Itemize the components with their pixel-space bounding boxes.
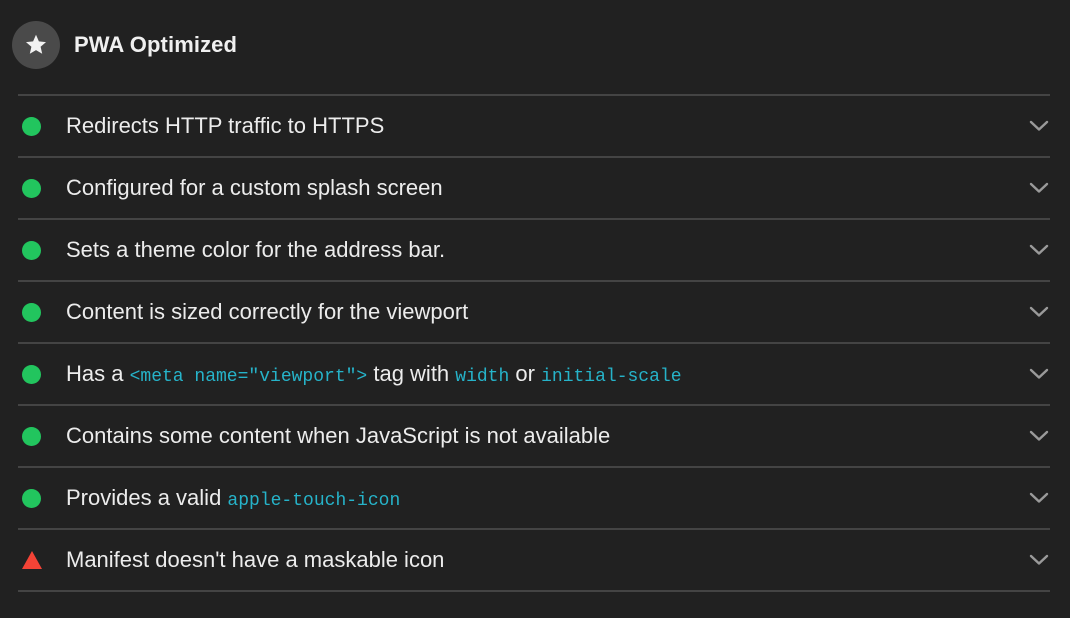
chevron-down-icon[interactable] xyxy=(1028,305,1050,319)
audit-row[interactable]: Has a <meta name="viewport"> tag with wi… xyxy=(18,344,1050,406)
code-snippet: width xyxy=(455,367,510,387)
audit-row[interactable]: Contains some content when JavaScript is… xyxy=(18,406,1050,468)
pass-icon xyxy=(22,302,41,322)
pwa-optimized-section: PWA Optimized Redirects HTTP traffic to … xyxy=(0,0,1070,618)
chevron-down-icon[interactable] xyxy=(1028,367,1050,381)
status-indicator xyxy=(18,426,66,446)
code-snippet: <meta name="viewport"> xyxy=(129,367,368,387)
audit-row[interactable]: Manifest doesn't have a maskable icon xyxy=(18,530,1050,592)
audit-title: Contains some content when JavaScript is… xyxy=(66,423,611,448)
warning-triangle-icon xyxy=(22,551,42,569)
status-indicator xyxy=(18,178,66,198)
audit-title: Content is sized correctly for the viewp… xyxy=(66,299,469,324)
audit-row[interactable]: Sets a theme color for the address bar. xyxy=(18,220,1050,282)
status-indicator xyxy=(18,240,66,260)
pass-icon xyxy=(22,488,41,508)
pass-icon xyxy=(22,240,41,260)
audit-row[interactable]: Provides a valid apple-touch-icon xyxy=(18,468,1050,530)
pass-icon xyxy=(22,178,41,198)
section-title: PWA Optimized xyxy=(74,32,238,57)
audit-title: Has a <meta name="viewport"> tag with wi… xyxy=(66,361,682,387)
status-indicator xyxy=(18,364,66,384)
chevron-down-icon[interactable] xyxy=(1028,491,1050,505)
code-snippet: initial-scale xyxy=(541,367,682,387)
audit-title: Redirects HTTP traffic to HTTPS xyxy=(66,113,385,138)
star-icon xyxy=(26,34,46,54)
chevron-down-icon[interactable] xyxy=(1028,181,1050,195)
status-indicator xyxy=(18,302,66,322)
code-snippet: apple-touch-icon xyxy=(227,491,401,511)
status-indicator xyxy=(18,116,66,136)
chevron-down-icon[interactable] xyxy=(1028,553,1050,567)
audit-title: Manifest doesn't have a maskable icon xyxy=(66,547,445,572)
chevron-down-icon[interactable] xyxy=(1028,119,1050,133)
audit-title: Provides a valid apple-touch-icon xyxy=(66,485,401,511)
audit-title: Configured for a custom splash screen xyxy=(66,175,443,200)
status-indicator xyxy=(18,488,66,508)
category-badge xyxy=(12,21,60,69)
status-indicator xyxy=(18,551,66,569)
section-header: PWA Optimized xyxy=(12,20,237,70)
audit-row[interactable]: Configured for a custom splash screen xyxy=(18,158,1050,220)
pass-icon xyxy=(22,116,41,136)
chevron-down-icon[interactable] xyxy=(1028,429,1050,443)
audit-title: Sets a theme color for the address bar. xyxy=(66,237,446,262)
audit-row[interactable]: Redirects HTTP traffic to HTTPS xyxy=(18,96,1050,158)
pass-icon xyxy=(22,364,41,384)
chevron-down-icon[interactable] xyxy=(1028,243,1050,257)
audit-row[interactable]: Content is sized correctly for the viewp… xyxy=(18,282,1050,344)
audit-list: Redirects HTTP traffic to HTTPS Configur… xyxy=(18,94,1050,592)
pass-icon xyxy=(22,426,41,446)
